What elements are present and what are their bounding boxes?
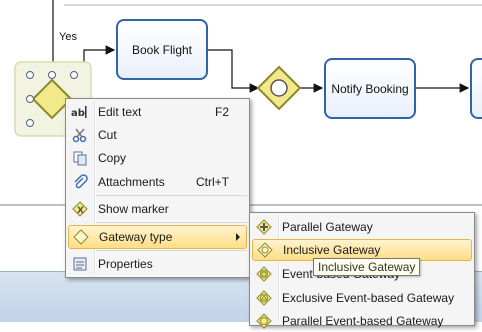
marker-icon: X	[68, 198, 92, 220]
menu-edit-text[interactable]: ab Edit text F2	[68, 101, 247, 123]
submenu-inclusive-gateway-label: Inclusive Gateway	[283, 243, 381, 257]
menu-gateway-type[interactable]: Gateway type	[68, 225, 247, 249]
submenu-exclusive-event-based-gateway[interactable]: Exclusive Event-based Gateway	[252, 287, 472, 309]
menu-edit-text-shortcut: F2	[214, 105, 229, 119]
menu-copy-label: Copy	[98, 151, 127, 165]
submenu-exclusive-event-based-gateway-label: Exclusive Event-based Gateway	[282, 291, 455, 305]
exclusive-event-based-gateway-icon	[252, 287, 276, 309]
event-based-gateway-icon	[252, 263, 276, 285]
submenu-parallel-gateway-label: Parallel Gateway	[282, 220, 373, 234]
menu-properties[interactable]: Properties	[68, 253, 247, 275]
menu-gateway-type-label: Gateway type	[99, 230, 173, 244]
svg-text:ab: ab	[71, 108, 85, 119]
scissors-icon	[68, 124, 92, 146]
submenu-parallel-event-based-gateway[interactable]: Parallel Event-based Gateway	[252, 310, 472, 332]
parallel-event-based-gateway-icon	[252, 310, 276, 332]
menu-edit-text-label: Edit text	[98, 105, 142, 119]
menu-separator	[96, 250, 247, 251]
inclusive-gateway-icon	[253, 239, 277, 261]
submenu-parallel-gateway[interactable]: Parallel Gateway	[252, 216, 472, 238]
tooltip: Inclusive Gateway	[313, 258, 421, 276]
inclusive-gateway-circle	[270, 79, 288, 97]
copy-icon	[68, 147, 92, 169]
submenu-parallel-event-based-gateway-label: Parallel Event-based Gateway	[282, 314, 444, 328]
menu-attachments[interactable]: Attachments Ctrl+T	[68, 171, 247, 193]
notify-booking-task[interactable]: Notify Booking	[324, 58, 416, 119]
partial-task-right[interactable]	[470, 58, 482, 119]
menu-show-marker-label: Show marker	[98, 202, 169, 216]
sequence-flow-book-flight-out[interactable]	[206, 49, 260, 93]
menu-attachments-label: Attachments	[98, 175, 165, 189]
menu-cut-label: Cut	[98, 128, 117, 142]
properties-icon	[68, 253, 92, 275]
flow-label-yes: Yes	[59, 31, 77, 43]
notify-booking-label: Notify Booking	[331, 81, 409, 96]
menu-copy[interactable]: Copy	[68, 147, 247, 169]
menu-show-marker[interactable]: X Show marker	[68, 198, 247, 220]
book-flight-task[interactable]: Book Flight	[116, 19, 208, 80]
context-menu: ab Edit text F2 Cut Copy Attachments Ctr…	[65, 98, 250, 278]
menu-properties-label: Properties	[98, 257, 153, 271]
submenu-arrow-icon	[236, 233, 240, 241]
edit-text-icon: ab	[68, 101, 92, 123]
menu-attachments-shortcut: Ctrl+T	[196, 175, 229, 189]
menu-separator	[96, 222, 247, 223]
book-flight-label: Book Flight	[131, 42, 193, 57]
menu-separator	[96, 195, 247, 196]
paperclip-icon	[68, 171, 92, 193]
gateway-diamond-icon	[69, 226, 93, 248]
svg-text:X: X	[77, 206, 84, 216]
parallel-gateway-icon	[252, 216, 276, 238]
menu-cut[interactable]: Cut	[68, 124, 247, 146]
